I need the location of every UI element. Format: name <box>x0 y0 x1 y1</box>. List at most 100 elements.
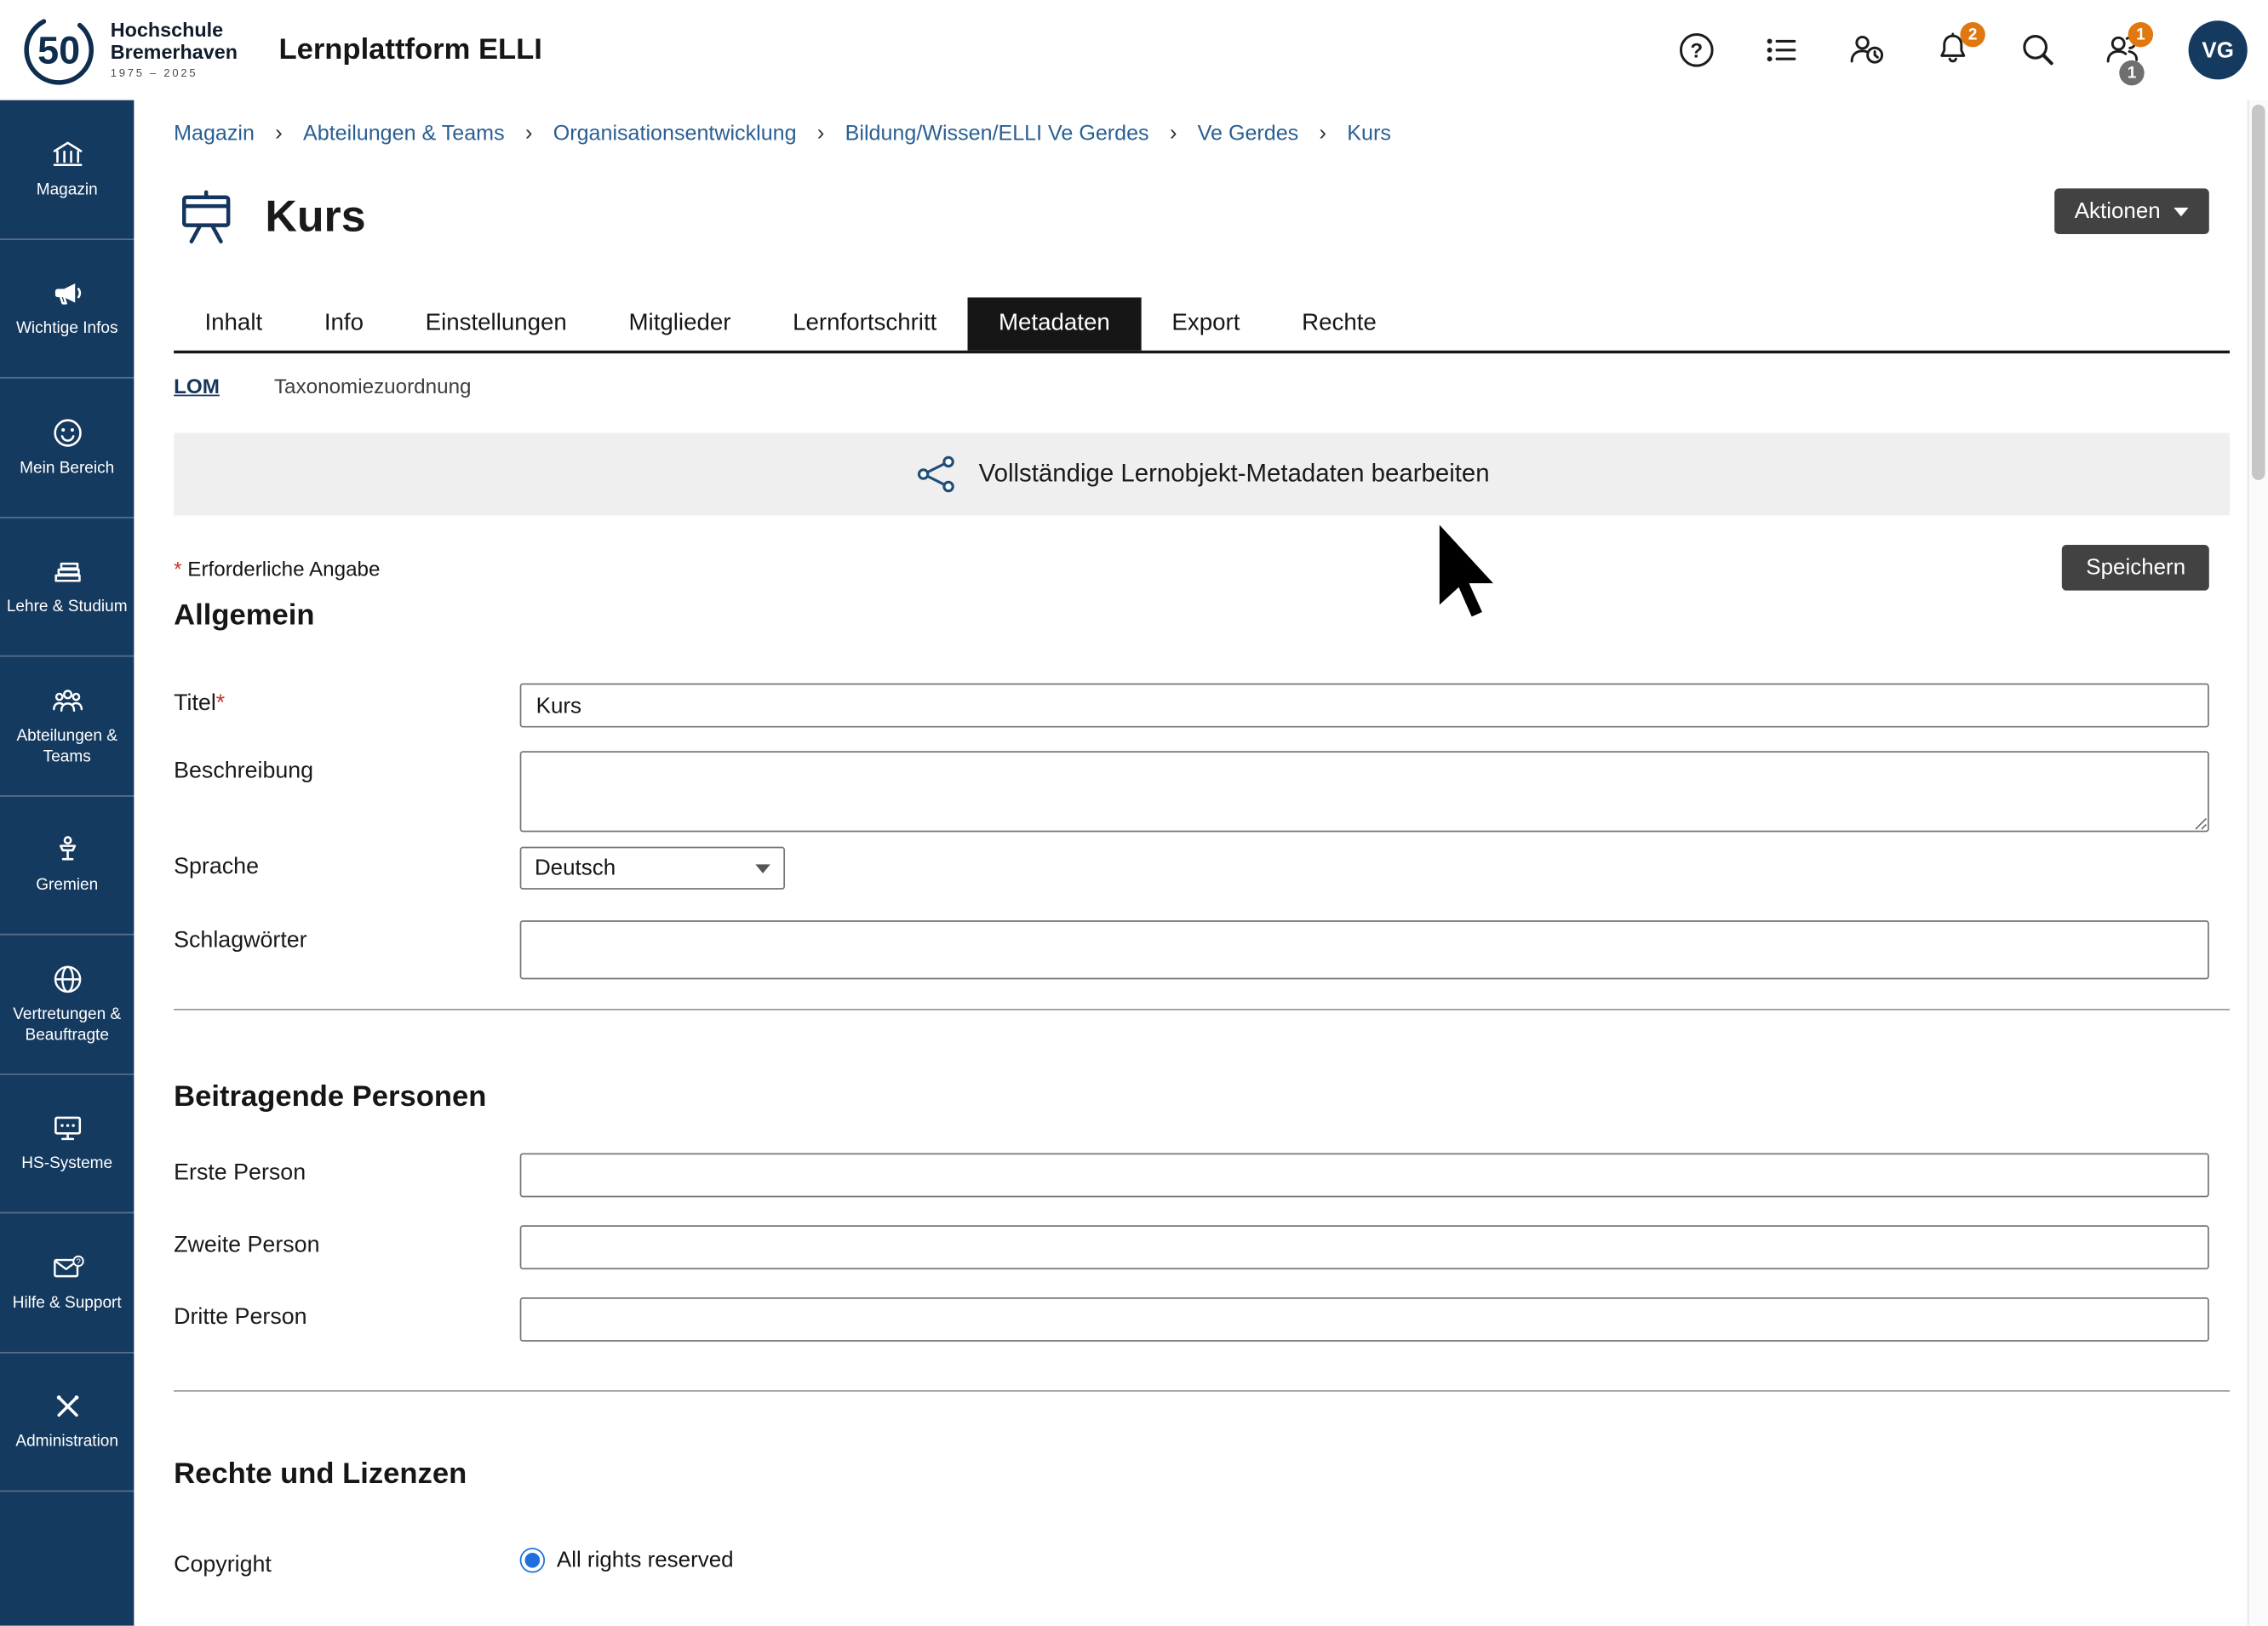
main-content: Magazin › Abteilungen & Teams › Organisa… <box>134 100 2247 1626</box>
subtab-bar: LOM Taxonomiezuordnung <box>174 374 2230 398</box>
bell-badge: 2 <box>1960 22 1984 47</box>
svg-text:?: ? <box>1690 39 1703 62</box>
search-icon[interactable] <box>2018 30 2059 71</box>
form-actions-row: * Erforderliche Angabe Speichern <box>174 545 2230 591</box>
share-nodes-icon <box>914 455 958 494</box>
zweite-person-label: Zweite Person <box>174 1225 520 1269</box>
erste-person-input[interactable] <box>520 1153 2209 1197</box>
books-icon <box>49 554 85 590</box>
subtab-lom[interactable]: LOM <box>174 374 220 398</box>
app-title: Lernplattform ELLI <box>278 33 541 67</box>
section-personen-fields: Erste Person Zweite Person Dritte Person <box>174 1153 2230 1341</box>
tab-inhalt[interactable]: Inhalt <box>174 297 293 350</box>
tab-bar: Inhalt Info Einstellungen Mitglieder Ler… <box>174 297 2230 353</box>
scrollbar-thumb[interactable] <box>2252 105 2265 480</box>
svg-text:?: ? <box>75 1257 80 1267</box>
edit-full-metadata-link[interactable]: Vollständige Lernobjekt-Metadaten bearbe… <box>174 433 2230 516</box>
breadcrumb-item[interactable]: Kurs <box>1347 122 1391 146</box>
sidebar-item-label: Wichtige Infos <box>16 320 118 341</box>
breadcrumb-item[interactable]: Ve Gerdes <box>1198 122 1299 146</box>
mail-help-icon: ? <box>49 1250 85 1285</box>
contacts-icon[interactable]: 1 1 <box>2103 30 2144 71</box>
copyright-radio-group: All rights reserved <box>520 1545 2209 1573</box>
erste-person-label: Erste Person <box>174 1153 520 1197</box>
chevron-right-icon: › <box>811 121 830 146</box>
schlagwoerter-input[interactable] <box>520 920 2209 979</box>
bank-icon <box>49 137 85 173</box>
form-row-erste-person: Erste Person <box>174 1153 2230 1197</box>
copyright-option-label: All rights reserved <box>557 1548 734 1572</box>
sidebar-item-lehre-studium[interactable]: Lehre & Studium <box>0 518 134 656</box>
sidebar-item-mein-bereich[interactable]: Mein Bereich <box>0 379 134 518</box>
globe-icon <box>49 962 85 998</box>
actions-button[interactable]: Aktionen <box>2054 188 2209 234</box>
people-icon <box>49 684 85 719</box>
sidebar-item-administration[interactable]: Administration <box>0 1353 134 1491</box>
page-title: Kurs <box>265 193 365 243</box>
top-header: 50 Hochschule Bremerhaven 1975 – 2025 Le… <box>0 0 2268 100</box>
sprache-select[interactable]: Deutsch <box>520 847 785 890</box>
tab-rechte[interactable]: Rechte <box>1271 297 1407 350</box>
sidebar-item-magazin[interactable]: Magazin <box>0 100 134 239</box>
beschreibung-textarea[interactable] <box>520 751 2209 832</box>
beschreibung-label: Beschreibung <box>174 751 520 839</box>
svg-text:50: 50 <box>37 28 80 72</box>
logo-years: 1975 – 2025 <box>111 67 238 79</box>
breadcrumb-item[interactable]: Abteilungen & Teams <box>303 122 505 146</box>
tab-einstellungen[interactable]: Einstellungen <box>394 297 598 350</box>
sidebar-item-gremien[interactable]: Gremien <box>0 796 134 935</box>
logo-name-line2: Bremerhaven <box>111 43 238 64</box>
form-row-zweite-person: Zweite Person <box>174 1225 2230 1269</box>
required-note: * Erforderliche Angabe <box>174 556 380 580</box>
subtab-taxonomiezuordnung[interactable]: Taxonomiezuordnung <box>274 374 472 398</box>
sidebar-item-abteilungen-teams[interactable]: Abteilungen & Teams <box>0 657 134 796</box>
logo-50-icon: 50 <box>20 12 97 89</box>
megaphone-icon <box>49 276 85 312</box>
section-title-allgemein: Allgemein <box>174 599 2230 633</box>
titel-input[interactable] <box>520 684 2209 728</box>
actions-button-label: Aktionen <box>2075 199 2161 224</box>
sidebar-item-label: Administration <box>15 1434 118 1454</box>
edit-full-metadata-label: Vollständige Lernobjekt-Metadaten bearbe… <box>979 460 1490 490</box>
tab-export[interactable]: Export <box>1141 297 1271 350</box>
sidebar-item-label: HS-Systeme <box>21 1155 112 1176</box>
copyright-radio[interactable] <box>520 1548 545 1572</box>
sidebar-item-hilfe-support[interactable]: ? Hilfe & Support <box>0 1213 134 1352</box>
bell-icon[interactable]: 2 <box>1933 30 1973 71</box>
logo-name-line1: Hochschule <box>111 21 238 43</box>
sprache-select-wrapper: Deutsch <box>520 847 785 890</box>
university-logo[interactable]: 50 Hochschule Bremerhaven 1975 – 2025 <box>20 12 238 89</box>
caret-down-icon <box>2174 207 2188 215</box>
chevron-right-icon: › <box>269 121 288 146</box>
smiley-icon <box>49 415 85 451</box>
zweite-person-input[interactable] <box>520 1225 2209 1269</box>
sidebar-item-wichtige-infos[interactable]: Wichtige Infos <box>0 239 134 378</box>
section-divider <box>174 1009 2230 1011</box>
help-icon[interactable]: ? <box>1676 30 1717 71</box>
tab-info[interactable]: Info <box>293 297 394 350</box>
logo-texts: Hochschule Bremerhaven 1975 – 2025 <box>111 21 238 79</box>
contacts-badge-top: 1 <box>2128 22 2153 47</box>
user-clock-icon[interactable] <box>1847 30 1887 71</box>
form-row-dritte-person: Dritte Person <box>174 1297 2230 1342</box>
list-icon[interactable] <box>1761 30 1802 71</box>
tab-lernfortschritt[interactable]: Lernfortschritt <box>762 297 968 350</box>
save-button[interactable]: Speichern <box>2063 545 2209 591</box>
schlagwoerter-label: Schlagwörter <box>174 920 520 979</box>
tab-metadaten[interactable]: Metadaten <box>968 297 1141 350</box>
breadcrumb-item[interactable]: Magazin <box>174 122 255 146</box>
sidebar-item-label: Lehre & Studium <box>7 598 128 619</box>
breadcrumb-item[interactable]: Organisationsentwicklung <box>553 122 797 146</box>
main-sidebar: Magazin Wichtige Infos Mein Bereich <box>0 100 134 1626</box>
user-avatar[interactable]: VG <box>2189 20 2248 79</box>
sidebar-item-hs-systeme[interactable]: HS-Systeme <box>0 1074 134 1213</box>
section-allgemein-fields: Titel* Beschreibung Sprache Deutsch <box>174 684 2230 980</box>
sidebar-item-vertretungen[interactable]: Vertretungen & Beauftragte <box>0 935 134 1074</box>
monitor-icon <box>49 1111 85 1147</box>
tab-mitglieder[interactable]: Mitglieder <box>598 297 762 350</box>
breadcrumb-item[interactable]: Bildung/Wissen/ELLI Ve Gerdes <box>845 122 1149 146</box>
contacts-badge-bottom: 1 <box>2119 60 2144 85</box>
scrollbar-track[interactable] <box>2248 100 2268 1626</box>
dritte-person-input[interactable] <box>520 1297 2209 1342</box>
sidebar-item-label: Mein Bereich <box>20 460 114 480</box>
